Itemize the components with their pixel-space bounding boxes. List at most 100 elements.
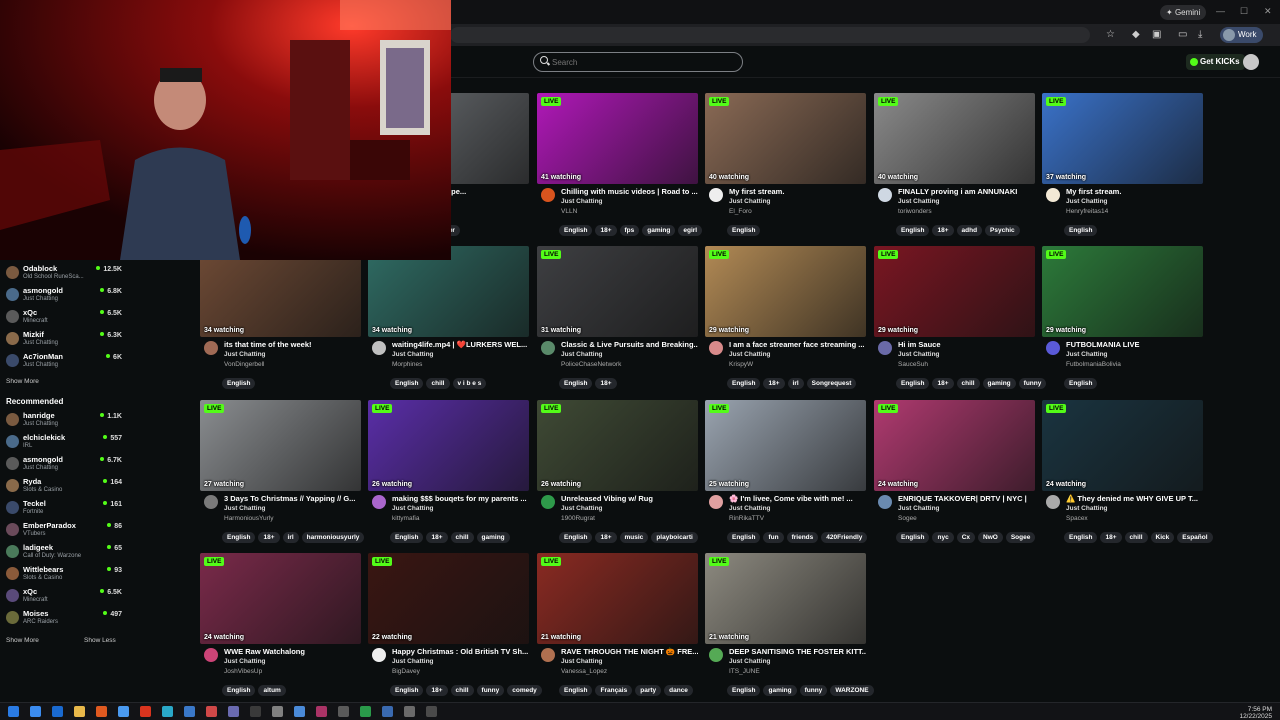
streamer-avatar[interactable] (204, 495, 218, 509)
firefox-icon[interactable] (118, 706, 129, 717)
streamer-avatar[interactable] (204, 341, 218, 355)
sidebar-channel-asmongold[interactable]: asmongold Just Chatting 6.7K (6, 454, 122, 476)
stream-title[interactable]: its that time of the week! (224, 340, 361, 349)
stream-title[interactable]: My first stream. (1066, 187, 1203, 196)
address-bar[interactable] (450, 27, 1090, 43)
sidebar-channel-hanridge[interactable]: hanridge Just Chatting 1.1K (6, 410, 122, 432)
stream-tag[interactable]: funny (799, 685, 828, 696)
stream-tag[interactable]: gaming (642, 225, 676, 236)
streamer-name[interactable]: SauceSuh (898, 361, 928, 368)
sidebar-channel-xqc[interactable]: xQc Minecraft 6.5K (6, 307, 122, 329)
stream-title[interactable]: Hi im Sauce (898, 340, 1035, 349)
stream-category[interactable]: Just Chatting (561, 351, 603, 358)
streamer-avatar[interactable] (372, 648, 386, 662)
stream-tag[interactable]: gaming (982, 378, 1016, 389)
stream-thumbnail[interactable]: LIVE 21 watching (537, 553, 698, 644)
stream-category[interactable]: Just Chatting (224, 658, 266, 665)
stream-tag[interactable]: chill (956, 378, 980, 389)
sidebar-channel-elchiclekick[interactable]: elchiclekick IRL 557 (6, 432, 122, 454)
stream-thumbnail[interactable]: LIVE 24 watching (874, 400, 1035, 491)
stream-thumbnail[interactable]: LIVE 40 watching (705, 93, 866, 184)
stream-tag[interactable]: party (635, 685, 662, 696)
stream-tag[interactable]: 18+ (426, 685, 448, 696)
app-icon[interactable] (426, 706, 437, 717)
stream-category[interactable]: Just Chatting (1066, 505, 1108, 512)
stream-tag[interactable]: 18+ (258, 532, 280, 543)
stream-card[interactable]: LIVE 27 watching 3 Days To Christmas // Ya… (200, 400, 365, 545)
stream-title[interactable]: My first stream. (729, 187, 866, 196)
stream-tag[interactable]: English (390, 532, 424, 543)
stream-category[interactable]: Just Chatting (898, 198, 940, 205)
stream-tag[interactable]: English (390, 378, 424, 389)
streamer-avatar[interactable] (541, 648, 555, 662)
streamer-avatar[interactable] (1046, 188, 1060, 202)
stream-tag[interactable]: 18+ (595, 532, 617, 543)
stream-thumbnail[interactable]: LIVE 27 watching (200, 400, 361, 491)
download-icon[interactable]: ⤓ (1198, 29, 1202, 40)
sidebar-channel-teckel[interactable]: Teckel Fortnite 161 (6, 498, 122, 520)
stream-category[interactable]: Just Chatting (898, 505, 940, 512)
stream-title[interactable]: Classic & Live Pursuits and Breaking... (561, 340, 698, 349)
stream-tag[interactable]: Sogee (1005, 532, 1036, 543)
stream-tag[interactable]: 18+ (1100, 532, 1122, 543)
game-icon[interactable] (338, 706, 349, 717)
stream-title[interactable]: FUTBOLMANIA LIVE (1066, 340, 1203, 349)
streamer-name[interactable]: RinRikaTTV (729, 515, 764, 522)
stream-tag[interactable]: English (896, 225, 930, 236)
stream-category[interactable]: Just Chatting (392, 351, 434, 358)
stream-title[interactable]: Happy Christmas : Old British TV Sh... (392, 647, 529, 656)
stream-tag[interactable]: egirl (678, 225, 703, 236)
streamer-avatar[interactable] (372, 341, 386, 355)
app-icon[interactable] (404, 706, 415, 717)
stream-card[interactable]: LIVE 37 watching My first stream. Just Chat… (1042, 93, 1203, 238)
stream-tag[interactable]: irl (282, 532, 299, 543)
show-less-link[interactable]: Show Less (84, 637, 116, 644)
clock-icon[interactable] (228, 706, 239, 717)
streamer-avatar[interactable] (541, 495, 555, 509)
minimize-icon[interactable]: — (1216, 6, 1225, 16)
streamer-name[interactable]: Henryfreitas14 (1066, 208, 1108, 215)
extension-icon[interactable]: ◆ (1132, 29, 1140, 40)
stream-tag[interactable]: adhd (956, 225, 983, 236)
streamer-avatar[interactable] (878, 341, 892, 355)
stream-card[interactable]: LIVE 29 watching I am a face streamer face… (705, 246, 866, 391)
show-more-recommended-link[interactable]: Show More (6, 637, 39, 644)
start-icon[interactable] (8, 706, 19, 717)
stream-thumbnail[interactable]: LIVE 25 watching (705, 400, 866, 491)
nvidia-icon[interactable] (360, 706, 371, 717)
streamer-avatar[interactable] (1046, 341, 1060, 355)
get-kicks-button[interactable]: Get KICKs (1186, 54, 1245, 70)
stream-card[interactable]: LIVE 21 watching DEEP SANITISING THE FOSTE… (705, 553, 874, 698)
streamer-avatar[interactable] (204, 648, 218, 662)
stream-thumbnail[interactable]: LIVE 26 watching (537, 400, 698, 491)
stream-category[interactable]: Just Chatting (729, 658, 771, 665)
sidebar-channel-emberparadox[interactable]: EmberParadox VTubers 86 (6, 520, 122, 542)
sidebar-channel-ryda[interactable]: Ryda Slots & Casino 164 (6, 476, 122, 498)
stream-title[interactable]: I am a face streamer face streaming ... (729, 340, 866, 349)
streamer-avatar[interactable] (709, 341, 723, 355)
stream-card[interactable]: LIVE 24 watching ⚠️ They denied me WHY GIV… (1042, 400, 1213, 545)
photos-icon[interactable] (382, 706, 393, 717)
stream-title[interactable]: making $$$ bouqets for my parents ... (392, 494, 529, 503)
streamer-avatar[interactable] (878, 188, 892, 202)
streamer-name[interactable]: Morphines (392, 361, 422, 368)
stream-tag[interactable]: chill (1124, 532, 1148, 543)
calculator-icon[interactable] (206, 706, 217, 717)
stream-tag[interactable]: English (1064, 532, 1098, 543)
stream-tag[interactable]: English (896, 532, 930, 543)
sidebar-channel-mizkif[interactable]: Mizkif Just Chatting 6.3K (6, 329, 122, 351)
stream-card[interactable]: LIVE 40 watching FINALLY proving i am ANNU… (874, 93, 1035, 238)
stream-tag[interactable]: English (727, 685, 761, 696)
puzzle-icon[interactable]: ▣ (1152, 29, 1161, 40)
show-more-following-link[interactable]: Show More (6, 378, 39, 385)
streamer-avatar[interactable] (541, 341, 555, 355)
stream-category[interactable]: Just Chatting (898, 351, 940, 358)
stream-category[interactable]: Just Chatting (561, 198, 603, 205)
taskview-icon[interactable] (52, 706, 63, 717)
stream-thumbnail[interactable]: LIVE 31 watching (537, 246, 698, 337)
sidebar-channel-wittlebears[interactable]: Wittlebears Slots & Casino 93 (6, 564, 122, 586)
streamer-name[interactable]: Spacex (1066, 515, 1088, 522)
stream-category[interactable]: Just Chatting (224, 351, 266, 358)
stream-tag[interactable]: 18+ (932, 378, 954, 389)
stream-tag[interactable]: Songrequest (806, 378, 857, 389)
